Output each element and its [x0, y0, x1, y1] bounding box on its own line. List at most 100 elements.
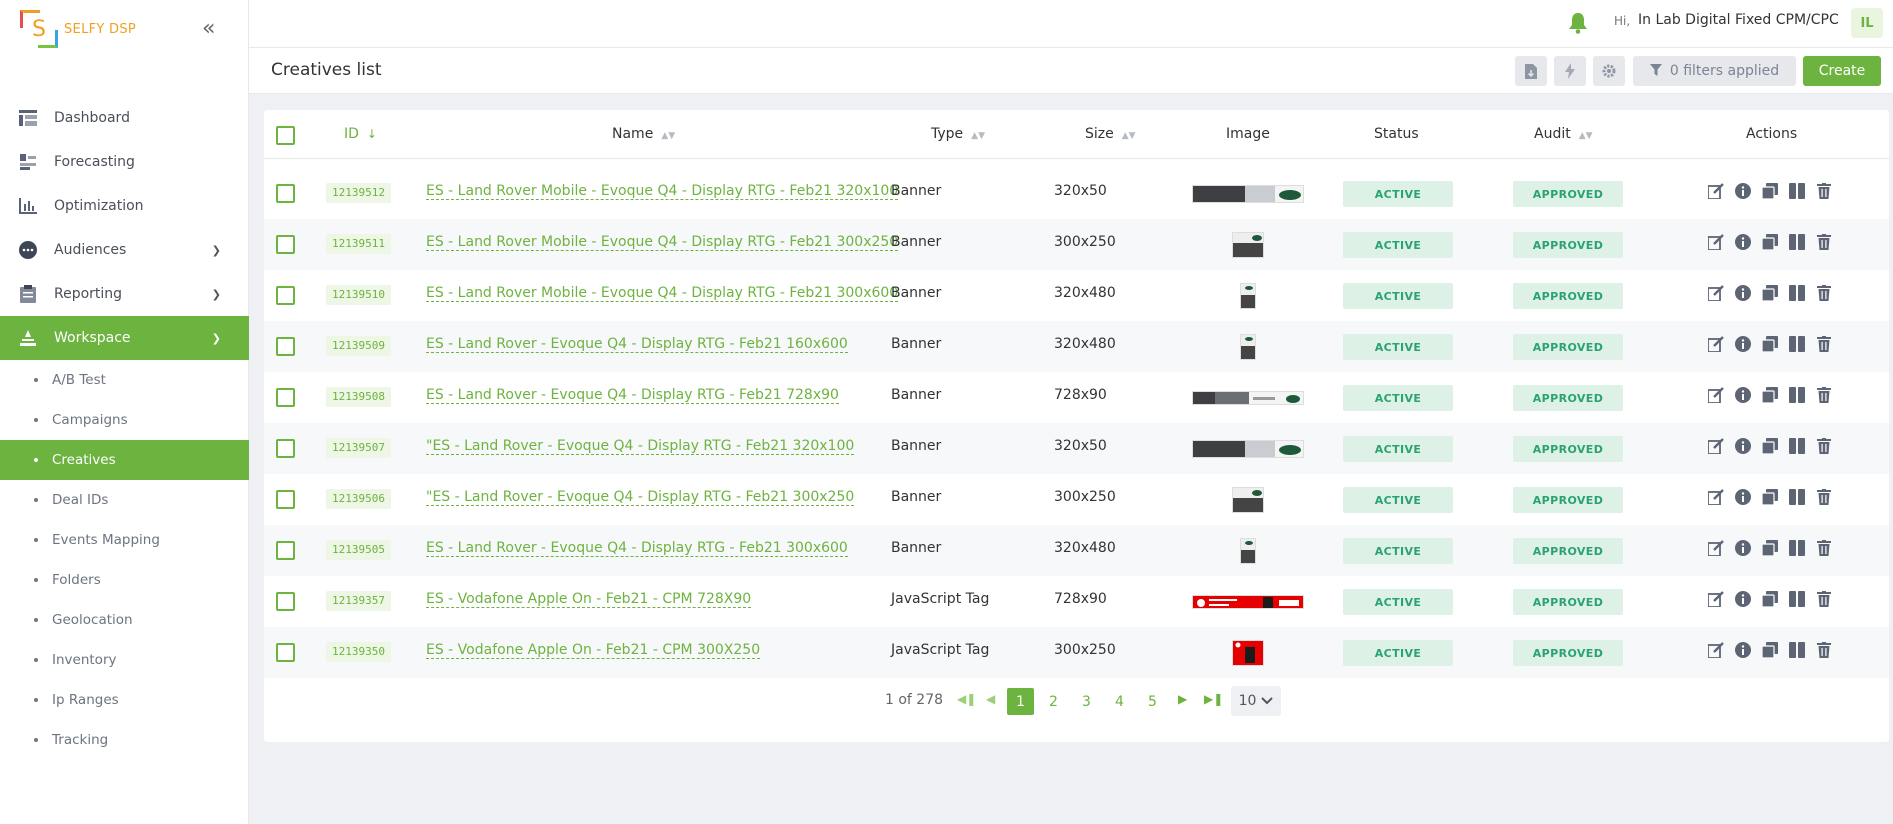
quick-action-button[interactable]	[1554, 56, 1586, 86]
column-header-name[interactable]: Name ▲▼	[612, 126, 675, 142]
info-icon[interactable]	[1734, 641, 1752, 659]
sidebar-subitem-creatives[interactable]: Creatives	[0, 440, 249, 480]
sidebar-subitem-ip-ranges[interactable]: Ip Ranges	[0, 680, 249, 720]
trash-icon[interactable]	[1815, 386, 1833, 404]
columns-icon[interactable]	[1788, 335, 1806, 353]
creative-name-link[interactable]: ES - Land Rover - Evoque Q4 - Display RT…	[426, 540, 848, 557]
row-checkbox[interactable]	[276, 490, 295, 509]
edit-icon[interactable]	[1707, 488, 1725, 506]
columns-icon[interactable]	[1788, 641, 1806, 659]
edit-icon[interactable]	[1707, 386, 1725, 404]
creative-name-link[interactable]: ES - Vodafone Apple On - Feb21 - CPM 300…	[426, 642, 761, 659]
trash-icon[interactable]	[1815, 233, 1833, 251]
row-checkbox[interactable]	[276, 235, 295, 254]
sidebar-subitem-tracking[interactable]: Tracking	[0, 720, 249, 760]
edit-icon[interactable]	[1707, 590, 1725, 608]
creative-name-link[interactable]: ES - Land Rover - Evoque Q4 - Display RT…	[426, 387, 839, 404]
copy-icon[interactable]	[1761, 488, 1779, 506]
copy-icon[interactable]	[1761, 335, 1779, 353]
trash-icon[interactable]	[1815, 182, 1833, 200]
trash-icon[interactable]	[1815, 539, 1833, 557]
columns-icon[interactable]	[1788, 284, 1806, 302]
sidebar-item-dashboard[interactable]: Dashboard	[0, 96, 249, 140]
column-header-id[interactable]: ID ↓	[344, 126, 377, 142]
info-icon[interactable]	[1734, 182, 1752, 200]
creative-thumbnail[interactable]	[1240, 538, 1256, 564]
trash-icon[interactable]	[1815, 284, 1833, 302]
copy-icon[interactable]	[1761, 182, 1779, 200]
columns-icon[interactable]	[1788, 590, 1806, 608]
page-5-button[interactable]: 5	[1139, 688, 1166, 715]
page-4-button[interactable]: 4	[1106, 688, 1133, 715]
info-icon[interactable]	[1734, 437, 1752, 455]
info-icon[interactable]	[1734, 233, 1752, 251]
edit-icon[interactable]	[1707, 284, 1725, 302]
create-button[interactable]: Create	[1803, 56, 1881, 86]
copy-icon[interactable]	[1761, 284, 1779, 302]
edit-icon[interactable]	[1707, 335, 1725, 353]
creative-thumbnail[interactable]	[1240, 283, 1256, 309]
creative-name-link[interactable]: ES - Vodafone Apple On - Feb21 - CPM 728…	[426, 591, 752, 608]
sidebar-subitem-campaigns[interactable]: Campaigns	[0, 400, 249, 440]
next-page-icon[interactable]: ▶	[1178, 692, 1187, 706]
brand-logo[interactable]: S SELFY DSP	[20, 10, 136, 48]
creative-name-link[interactable]: "ES - Land Rover - Evoque Q4 - Display R…	[426, 438, 855, 455]
trash-icon[interactable]	[1815, 641, 1833, 659]
creative-thumbnail[interactable]	[1192, 595, 1304, 609]
row-checkbox[interactable]	[276, 286, 295, 305]
columns-icon[interactable]	[1788, 539, 1806, 557]
creative-name-link[interactable]: ES - Land Rover - Evoque Q4 - Display RT…	[426, 336, 848, 353]
creative-thumbnail[interactable]	[1192, 185, 1304, 203]
sidebar-subitem-events-mapping[interactable]: Events Mapping	[0, 520, 249, 560]
sidebar-item-reporting[interactable]: Reporting ❯	[0, 272, 249, 316]
sidebar-subitem-folders[interactable]: Folders	[0, 560, 249, 600]
creative-name-link[interactable]: ES - Land Rover Mobile - Evoque Q4 - Dis…	[426, 183, 899, 200]
sidebar-subitem-ab-test[interactable]: A/B Test	[0, 360, 249, 400]
creative-name-link[interactable]: ES - Land Rover Mobile - Evoque Q4 - Dis…	[426, 285, 899, 302]
info-icon[interactable]	[1734, 335, 1752, 353]
info-icon[interactable]	[1734, 488, 1752, 506]
info-icon[interactable]	[1734, 590, 1752, 608]
copy-icon[interactable]	[1761, 233, 1779, 251]
creative-thumbnail[interactable]	[1232, 232, 1264, 258]
column-header-size[interactable]: Size ▲▼	[1085, 126, 1136, 142]
select-all-checkbox[interactable]	[276, 126, 295, 145]
sidebar-item-optimization[interactable]: Optimization	[0, 184, 249, 228]
row-checkbox[interactable]	[276, 592, 295, 611]
columns-icon[interactable]	[1788, 437, 1806, 455]
first-page-icon[interactable]: ◀❚	[957, 692, 976, 706]
trash-icon[interactable]	[1815, 488, 1833, 506]
settings-button[interactable]	[1593, 56, 1625, 86]
column-header-type[interactable]: Type ▲▼	[931, 126, 985, 142]
page-2-button[interactable]: 2	[1040, 688, 1067, 715]
creative-name-link[interactable]: "ES - Land Rover - Evoque Q4 - Display R…	[426, 489, 855, 506]
page-1-button[interactable]: 1	[1007, 688, 1034, 715]
bell-icon[interactable]	[1568, 12, 1588, 34]
columns-icon[interactable]	[1788, 233, 1806, 251]
columns-icon[interactable]	[1788, 386, 1806, 404]
edit-icon[interactable]	[1707, 233, 1725, 251]
info-icon[interactable]	[1734, 284, 1752, 302]
sidebar-subitem-inventory[interactable]: Inventory	[0, 640, 249, 680]
edit-icon[interactable]	[1707, 539, 1725, 557]
sidebar-item-workspace[interactable]: Workspace ❯	[0, 316, 249, 360]
edit-icon[interactable]	[1707, 437, 1725, 455]
sidebar-subitem-deal-ids[interactable]: Deal IDs	[0, 480, 249, 520]
row-checkbox[interactable]	[276, 337, 295, 356]
copy-icon[interactable]	[1761, 641, 1779, 659]
creative-thumbnail[interactable]	[1192, 440, 1304, 458]
prev-page-icon[interactable]: ◀	[986, 692, 995, 706]
last-page-icon[interactable]: ▶❚	[1204, 692, 1223, 706]
info-icon[interactable]	[1734, 386, 1752, 404]
row-checkbox[interactable]	[276, 439, 295, 458]
user-name[interactable]: In Lab Digital Fixed CPM/CPC	[1638, 12, 1839, 28]
edit-icon[interactable]	[1707, 182, 1725, 200]
columns-icon[interactable]	[1788, 488, 1806, 506]
info-icon[interactable]	[1734, 539, 1752, 557]
creative-name-link[interactable]: ES - Land Rover Mobile - Evoque Q4 - Dis…	[426, 234, 899, 251]
columns-icon[interactable]	[1788, 182, 1806, 200]
copy-icon[interactable]	[1761, 386, 1779, 404]
row-checkbox[interactable]	[276, 184, 295, 203]
creative-thumbnail[interactable]	[1240, 334, 1256, 360]
page-3-button[interactable]: 3	[1073, 688, 1100, 715]
